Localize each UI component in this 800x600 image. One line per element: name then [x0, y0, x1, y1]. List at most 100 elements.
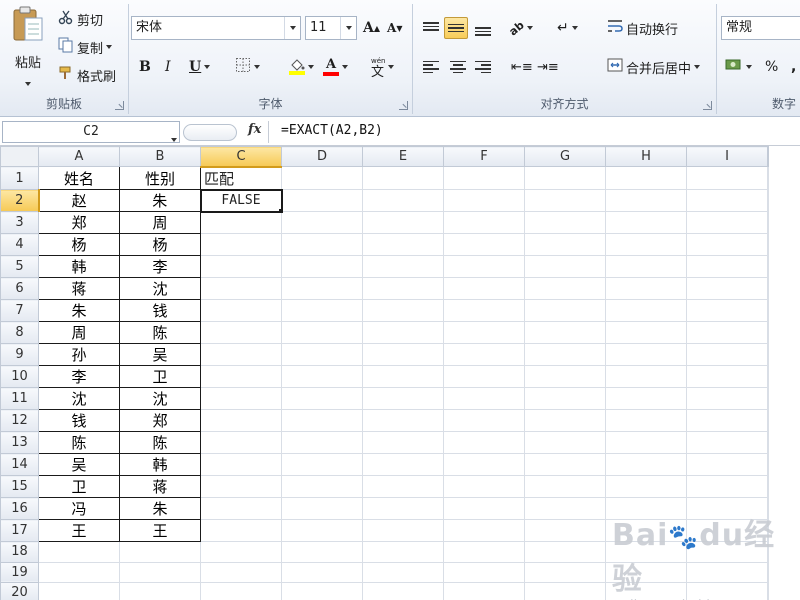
cell-a10[interactable]: 李	[38, 365, 120, 389]
cell-a1[interactable]: 姓名	[38, 166, 120, 191]
align-left-button[interactable]	[419, 56, 443, 78]
row-header[interactable]: 12	[0, 409, 39, 433]
cell-g18[interactable]	[524, 541, 606, 563]
cell-h12[interactable]	[605, 409, 687, 433]
cell-h3[interactable]	[605, 211, 687, 235]
cell-x15[interactable]	[767, 475, 769, 499]
cell-i1[interactable]	[686, 166, 768, 191]
cell-b6[interactable]: 沈	[119, 277, 201, 301]
row-header[interactable]: 20	[0, 581, 39, 600]
cell-h5[interactable]	[605, 255, 687, 279]
cell-g6[interactable]	[524, 277, 606, 301]
paste-button[interactable]: 粘贴	[6, 4, 50, 88]
font-color-button[interactable]: A	[319, 56, 352, 78]
cell-g20[interactable]	[524, 581, 606, 600]
cell-e15[interactable]	[362, 475, 444, 499]
cell-c16[interactable]	[200, 497, 282, 521]
cell-f4[interactable]	[443, 233, 525, 257]
cell-c9[interactable]	[200, 343, 282, 367]
cell-a13[interactable]: 陈	[38, 431, 120, 455]
cell-i11[interactable]	[686, 387, 768, 411]
cell-b19[interactable]	[119, 561, 201, 583]
number-format-select[interactable]: 常规	[721, 16, 800, 40]
text-direction-dropdown-icon[interactable]	[571, 26, 578, 30]
cell-x1[interactable]	[767, 166, 769, 191]
cell-f19[interactable]	[443, 561, 525, 583]
cell-a2[interactable]: 赵	[38, 189, 120, 213]
borders-button[interactable]	[231, 56, 264, 78]
row-header[interactable]: 10	[0, 365, 39, 389]
cell-c19[interactable]	[200, 561, 282, 583]
cell-g11[interactable]	[524, 387, 606, 411]
select-all-corner[interactable]	[0, 146, 39, 168]
alignment-dialog-launcher-icon[interactable]	[703, 101, 712, 110]
cell-a4[interactable]: 杨	[38, 233, 120, 257]
copy-button[interactable]: 复制	[54, 36, 116, 58]
row-header[interactable]: 15	[0, 475, 39, 499]
cell-a8[interactable]: 周	[38, 321, 120, 345]
cell-a9[interactable]: 孙	[38, 343, 120, 367]
cell-g14[interactable]	[524, 453, 606, 477]
cell-g8[interactable]	[524, 321, 606, 345]
cell-b13[interactable]: 陈	[119, 431, 201, 455]
align-right-button[interactable]	[471, 56, 495, 78]
cell-e6[interactable]	[362, 277, 444, 301]
cell-d14[interactable]	[281, 453, 363, 477]
cell-a15[interactable]: 卫	[38, 475, 120, 499]
formula-input[interactable]: =EXACT(A2,B2)	[281, 123, 383, 138]
cell-b3[interactable]: 周	[119, 211, 201, 235]
row-header[interactable]: 1	[0, 166, 39, 191]
cell-c5[interactable]	[200, 255, 282, 279]
format-painter-button[interactable]: 格式刷	[54, 64, 120, 86]
paste-dropdown-icon[interactable]	[6, 75, 50, 89]
cell-c14[interactable]	[200, 453, 282, 477]
cell-g15[interactable]	[524, 475, 606, 499]
column-header-g[interactable]: G	[524, 146, 606, 168]
row-header[interactable]: 13	[0, 431, 39, 455]
cell-d7[interactable]	[281, 299, 363, 323]
cell-h15[interactable]	[605, 475, 687, 499]
row-header[interactable]: 17	[0, 519, 39, 543]
cell-x9[interactable]	[767, 343, 769, 367]
copy-dropdown-icon[interactable]	[106, 45, 113, 49]
cell-b17[interactable]: 王	[119, 519, 201, 543]
cell-i6[interactable]	[686, 277, 768, 301]
cell-a14[interactable]: 吴	[38, 453, 120, 477]
cell-h4[interactable]	[605, 233, 687, 257]
cell-x11[interactable]	[767, 387, 769, 411]
cell-d6[interactable]	[281, 277, 363, 301]
cell-c7[interactable]	[200, 299, 282, 323]
cell-f11[interactable]	[443, 387, 525, 411]
align-center-button[interactable]	[446, 56, 470, 78]
cell-c15[interactable]	[200, 475, 282, 499]
cell-a17[interactable]: 王	[38, 519, 120, 543]
cell-h1[interactable]	[605, 166, 687, 191]
cell-i19[interactable]	[686, 561, 768, 583]
merge-center-dropdown-icon[interactable]	[694, 65, 701, 69]
cell-b14[interactable]: 韩	[119, 453, 201, 477]
percent-button[interactable]: %	[761, 56, 782, 78]
cell-f8[interactable]	[443, 321, 525, 345]
cell-d8[interactable]	[281, 321, 363, 345]
cell-i16[interactable]	[686, 497, 768, 521]
font-name-dropdown-icon[interactable]	[284, 17, 300, 39]
cell-c18[interactable]	[200, 541, 282, 563]
wrap-text-button[interactable]: 自动换行	[603, 17, 682, 39]
fill-color-button[interactable]	[285, 56, 318, 78]
cell-b11[interactable]: 沈	[119, 387, 201, 411]
cell-d17[interactable]	[281, 519, 363, 543]
cell-e10[interactable]	[362, 365, 444, 389]
cell-g2[interactable]	[524, 189, 606, 213]
cell-x12[interactable]	[767, 409, 769, 433]
cell-x6[interactable]	[767, 277, 769, 301]
currency-dropdown-icon[interactable]	[746, 65, 752, 69]
cell-f6[interactable]	[443, 277, 525, 301]
font-dialog-launcher-icon[interactable]	[399, 101, 408, 110]
cell-h14[interactable]	[605, 453, 687, 477]
column-header-e[interactable]: E	[362, 146, 444, 168]
clipboard-dialog-launcher-icon[interactable]	[115, 101, 124, 110]
cell-c4[interactable]	[200, 233, 282, 257]
cell-x19[interactable]	[767, 561, 769, 583]
cell-i3[interactable]	[686, 211, 768, 235]
row-header[interactable]: 2	[0, 189, 40, 213]
